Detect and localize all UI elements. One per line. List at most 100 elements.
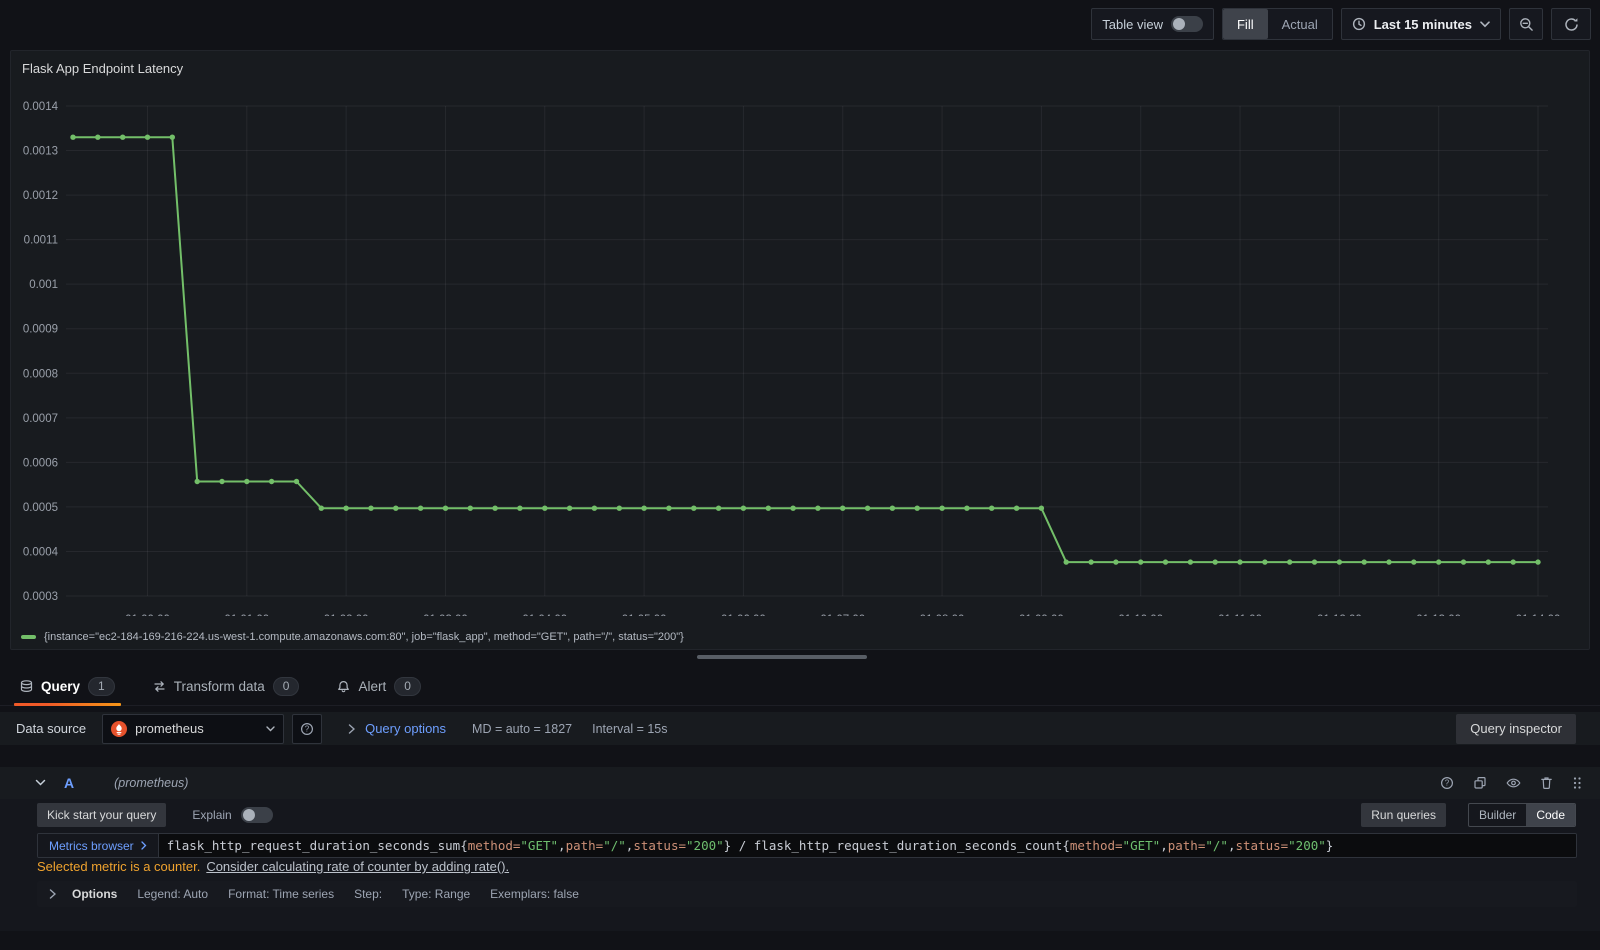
table-view-label: Table view <box>1102 16 1163 32</box>
tab-query-label: Query <box>41 679 81 694</box>
svg-text:01:07:00: 01:07:00 <box>820 614 865 616</box>
svg-text:0.0005: 0.0005 <box>23 502 58 514</box>
builder-mode-button[interactable]: Builder <box>1469 804 1526 826</box>
svg-text:01:09:00: 01:09:00 <box>1019 614 1064 616</box>
max-data-points-text: MD = auto = 1827 <box>472 721 573 736</box>
tab-transform-data[interactable]: Transform data 0 <box>147 668 306 706</box>
legend-series-label: {instance="ec2-184-169-216-224.us-west-1… <box>44 631 684 643</box>
duplicate-query-icon[interactable] <box>1473 776 1487 790</box>
option-format: Format: Time series <box>228 887 335 901</box>
clock-icon <box>1352 17 1366 31</box>
tab-transform-count: 0 <box>272 677 300 696</box>
grafana-panel-editor: { "toolbar": { "table_view_label": "Tabl… <box>0 0 1600 950</box>
query-row-header[interactable]: A (prometheus) ? <box>0 767 1600 799</box>
svg-text:0.0012: 0.0012 <box>23 190 58 202</box>
chevron-right-icon <box>141 841 147 850</box>
builder-code-switch: Builder Code <box>1467 803 1576 827</box>
datasource-name: prometheus <box>135 721 204 736</box>
chevron-right-icon <box>348 723 356 734</box>
svg-text:01:08:00: 01:08:00 <box>920 614 965 616</box>
tab-alert[interactable]: Alert 0 <box>331 668 426 706</box>
svg-text:0.0008: 0.0008 <box>23 368 58 380</box>
query-inspector-button[interactable]: Query inspector <box>1456 713 1576 744</box>
svg-text:?: ? <box>1445 779 1450 788</box>
code-mode-button[interactable]: Code <box>1526 804 1575 826</box>
zoom-out-icon <box>1519 17 1534 32</box>
drag-handle-icon[interactable] <box>1572 776 1582 790</box>
svg-text:01:04:00: 01:04:00 <box>522 614 567 616</box>
query-editor-body: Kick start your query Explain Run querie… <box>0 799 1600 931</box>
svg-text:0.001: 0.001 <box>29 279 58 291</box>
legend-series-swatch <box>21 635 36 639</box>
table-view-toggle[interactable] <box>1170 16 1203 32</box>
zoom-out-button[interactable] <box>1509 8 1543 40</box>
warning-text: Selected metric is a counter. <box>37 859 201 874</box>
datasource-row: Data source prometheus ? Query options M… <box>0 712 1600 745</box>
delete-query-trash-icon[interactable] <box>1540 776 1553 790</box>
database-icon <box>20 680 33 693</box>
svg-text:0.0006: 0.0006 <box>23 457 58 469</box>
query-options-toggle[interactable]: Query options <box>348 721 446 736</box>
hide-query-eye-icon[interactable] <box>1506 776 1521 790</box>
option-step: Step: <box>354 887 383 901</box>
svg-text:01:13:00: 01:13:00 <box>1416 614 1461 616</box>
svg-text:01:12:00: 01:12:00 <box>1317 614 1362 616</box>
svg-text:0.0009: 0.0009 <box>23 324 58 336</box>
chevron-right-icon <box>49 889 56 899</box>
svg-text:01:06:00: 01:06:00 <box>721 614 766 616</box>
timeseries-panel: Flask App Endpoint Latency 0.0014 0.0013 0… <box>10 50 1590 650</box>
svg-text:01:11:00: 01:11:00 <box>1218 614 1262 616</box>
tab-query[interactable]: Query 1 <box>14 668 121 706</box>
promql-query-input[interactable]: flask_http_request_duration_seconds_sum{… <box>158 834 1576 857</box>
transform-icon <box>153 680 166 693</box>
tab-alert-count: 0 <box>394 677 421 696</box>
svg-text:0.0014: 0.0014 <box>23 101 59 113</box>
fill-button[interactable]: Fill <box>1222 9 1268 39</box>
option-type: Type: Range <box>402 887 471 901</box>
query-help-icon[interactable]: ? <box>1440 776 1454 790</box>
kick-start-query-button[interactable]: Kick start your query <box>37 803 167 827</box>
options-label: Options <box>72 887 118 901</box>
query-editor-toolbar: Kick start your query Explain Run querie… <box>37 803 1576 827</box>
pane-resize-handle[interactable] <box>697 655 867 659</box>
query-datasource-hint: (prometheus) <box>114 776 189 790</box>
time-range-label: Last 15 minutes <box>1373 16 1472 32</box>
panel-title: Flask App Endpoint Latency <box>22 61 184 76</box>
svg-text:01:01:00: 01:01:00 <box>224 614 269 616</box>
editor-tabs: Query 1 Transform data 0 Alert 0 <box>0 668 1600 706</box>
bell-icon <box>337 680 350 693</box>
chevron-down-icon <box>1480 20 1490 28</box>
legend-item[interactable]: {instance="ec2-184-169-216-224.us-west-1… <box>21 629 684 645</box>
datasource-label: Data source <box>16 721 87 736</box>
promql-editor-row: Metrics browser flask_http_request_durat… <box>37 833 1577 858</box>
svg-text:01:05:00: 01:05:00 <box>622 614 667 616</box>
fill-actual-group: Fill Actual <box>1221 8 1333 40</box>
svg-text:0.0003: 0.0003 <box>23 591 58 603</box>
tab-alert-label: Alert <box>358 679 387 694</box>
chart-plot-area[interactable]: 0.0014 0.0013 0.0012 0.0011 0.001 0.0009 0.000… <box>11 86 1589 616</box>
metrics-browser-label: Metrics browser <box>49 838 134 853</box>
datasource-help-button[interactable]: ? <box>292 713 323 744</box>
svg-text:01:02:00: 01:02:00 <box>324 614 369 616</box>
explain-toggle[interactable] <box>240 807 273 823</box>
time-range-picker[interactable]: Last 15 minutes <box>1340 8 1501 40</box>
refresh-button[interactable] <box>1551 8 1591 40</box>
svg-text:01:03:00: 01:03:00 <box>423 614 468 616</box>
svg-text:0.0013: 0.0013 <box>23 146 58 158</box>
run-queries-button[interactable]: Run queries <box>1361 803 1446 827</box>
datasource-picker[interactable]: prometheus <box>102 713 285 744</box>
refresh-icon <box>1564 17 1579 32</box>
query-options-label: Query options <box>365 721 447 736</box>
query-ref-id: A <box>64 775 75 791</box>
query-options-collapsed-row[interactable]: Options Legend: Auto Format: Time series… <box>37 881 1577 907</box>
collapse-chevron-icon[interactable] <box>35 779 46 787</box>
actual-button[interactable]: Actual <box>1268 9 1332 39</box>
prometheus-icon <box>111 720 128 737</box>
table-view-control[interactable]: Table view <box>1091 8 1214 40</box>
svg-text:01:00:00: 01:00:00 <box>125 614 170 616</box>
svg-text:01:14:00: 01:14:00 <box>1516 614 1561 616</box>
svg-text:0.0011: 0.0011 <box>24 235 58 247</box>
warning-rate-hint-link[interactable]: Consider calculating rate of counter by … <box>206 859 509 877</box>
panel-toolbar: Table view Fill Actual Last 15 minutes <box>0 0 1600 48</box>
metrics-browser-button[interactable]: Metrics browser <box>38 834 159 857</box>
